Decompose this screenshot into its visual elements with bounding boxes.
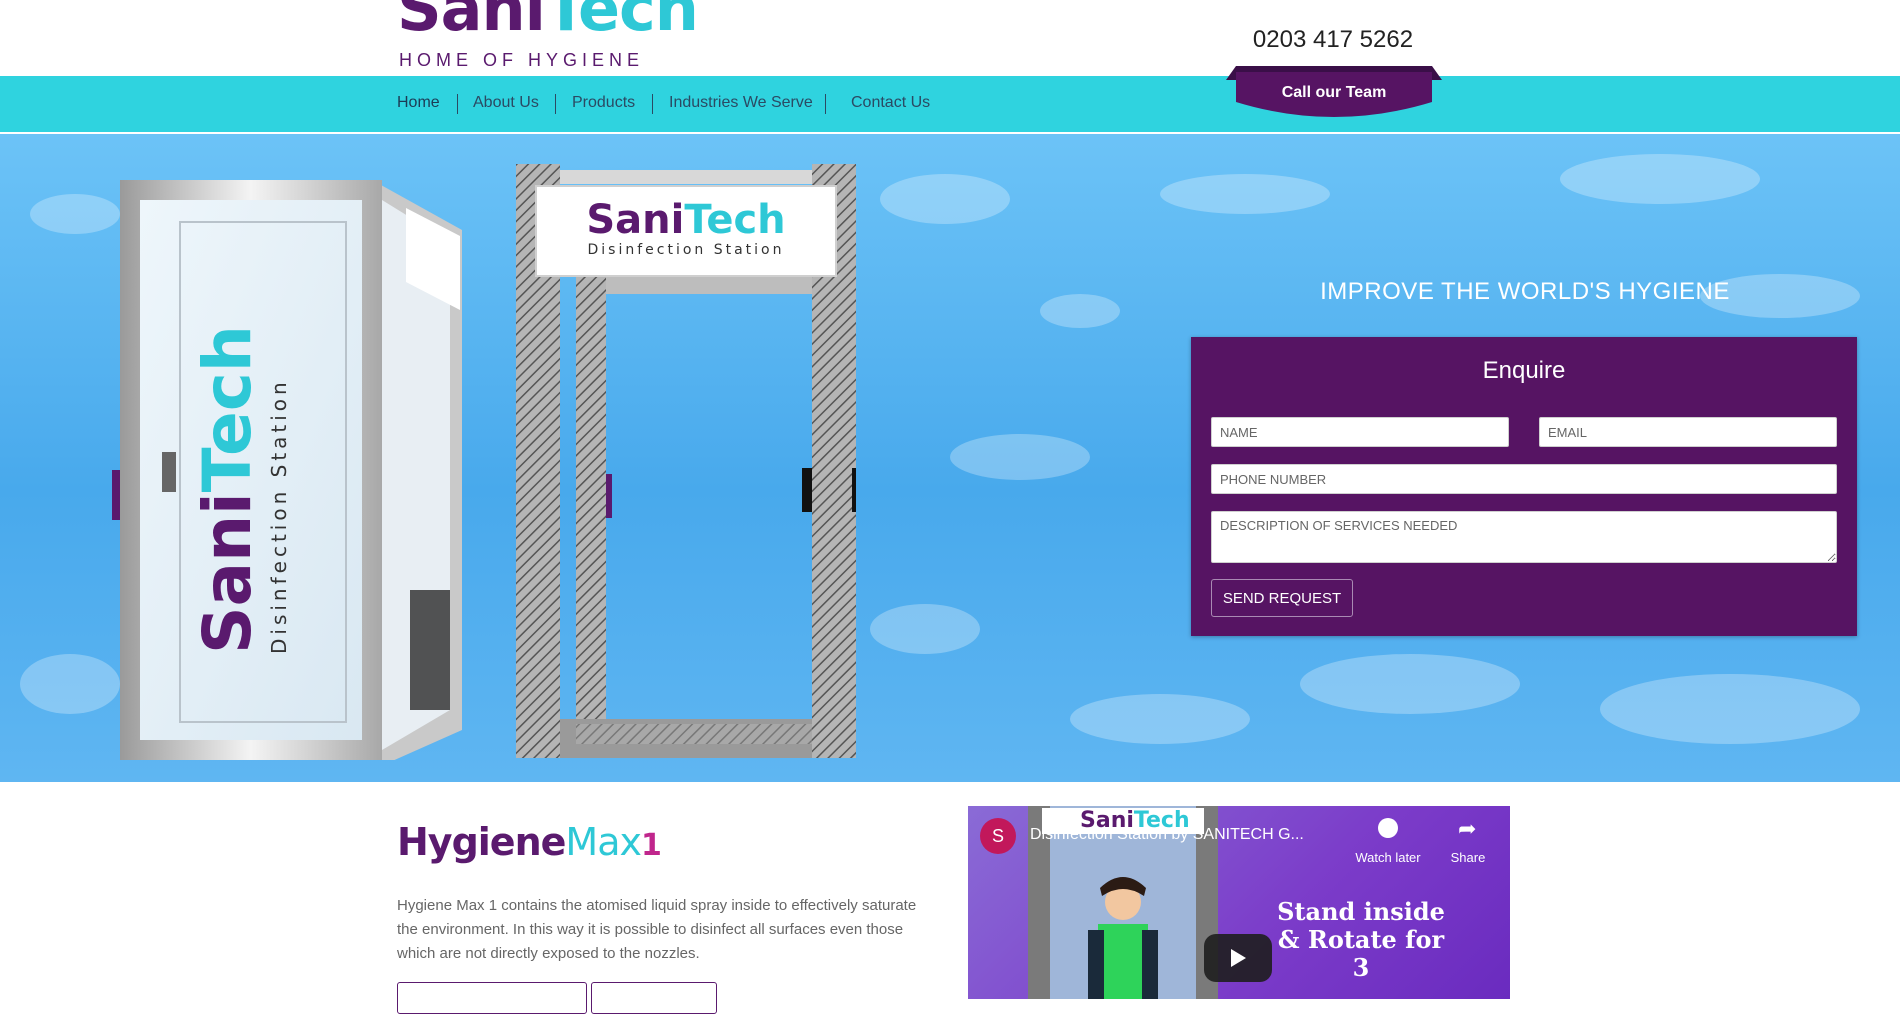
phone-number-field[interactable]: [1211, 464, 1837, 494]
name-field[interactable]: [1211, 417, 1509, 447]
nav-item-about-us[interactable]: About Us: [473, 94, 539, 112]
play-button[interactable]: [1204, 934, 1272, 982]
booth-left-branding: SaniTech Disinfection Station: [189, 325, 291, 654]
call-team-button[interactable]: Call our Team: [1226, 66, 1442, 118]
share-icon: ➦: [1458, 816, 1477, 841]
send-request-button[interactable]: SEND REQUEST: [1211, 579, 1353, 617]
nav-divider: [652, 94, 653, 114]
booth-right-branding: SaniTech Disinfection Station: [586, 197, 786, 258]
nav-item-home[interactable]: Home: [397, 94, 440, 112]
share-button[interactable]: ➦ Share: [1438, 816, 1498, 865]
nav-divider: [457, 94, 458, 114]
video-caption: Stand inside & Rotate for 3: [1277, 897, 1445, 982]
nav-item-contact-us[interactable]: Contact Us: [851, 94, 930, 112]
product-secondary-button[interactable]: [591, 982, 717, 1014]
nav-item-industries[interactable]: Industries We Serve: [669, 94, 813, 112]
watch-later-button[interactable]: Watch later: [1348, 818, 1428, 865]
call-team-label: Call our Team: [1281, 84, 1387, 101]
nav-divider: [555, 94, 556, 114]
nav-divider: [825, 94, 826, 114]
enquire-title: Enquire: [1482, 357, 1566, 384]
channel-avatar[interactable]: S: [980, 818, 1016, 854]
product-description: Hygiene Max 1 contains the atomised liqu…: [397, 897, 917, 962]
enquire-form: Enquire SEND REQUEST: [1191, 337, 1857, 636]
email-field[interactable]: [1539, 417, 1837, 447]
play-icon: [1231, 949, 1246, 967]
site-logo[interactable]: SaniTech HOME OF HYGIENE: [397, 0, 699, 74]
logo-wordmark: SaniTech: [397, 0, 699, 45]
nav-item-products[interactable]: Products: [572, 94, 635, 112]
youtube-video-embed[interactable]: SaniTech S Disinfection Station by SANIT…: [968, 806, 1510, 999]
clock-icon: [1378, 818, 1398, 838]
logo-tagline: HOME OF HYGIENE: [399, 50, 645, 70]
main-navigation: Home About Us Products Industries We Ser…: [0, 76, 1900, 134]
product-title: HygieneMax1: [397, 820, 662, 864]
hero-headline: IMPROVE THE WORLD'S HYGIENE: [1320, 278, 1730, 305]
video-title[interactable]: Disinfection Station by SANITECH G...: [1030, 826, 1304, 844]
phone-number[interactable]: 0203 417 5262: [1238, 26, 1428, 54]
description-field[interactable]: [1211, 511, 1837, 563]
product-action-button[interactable]: [397, 982, 587, 1014]
